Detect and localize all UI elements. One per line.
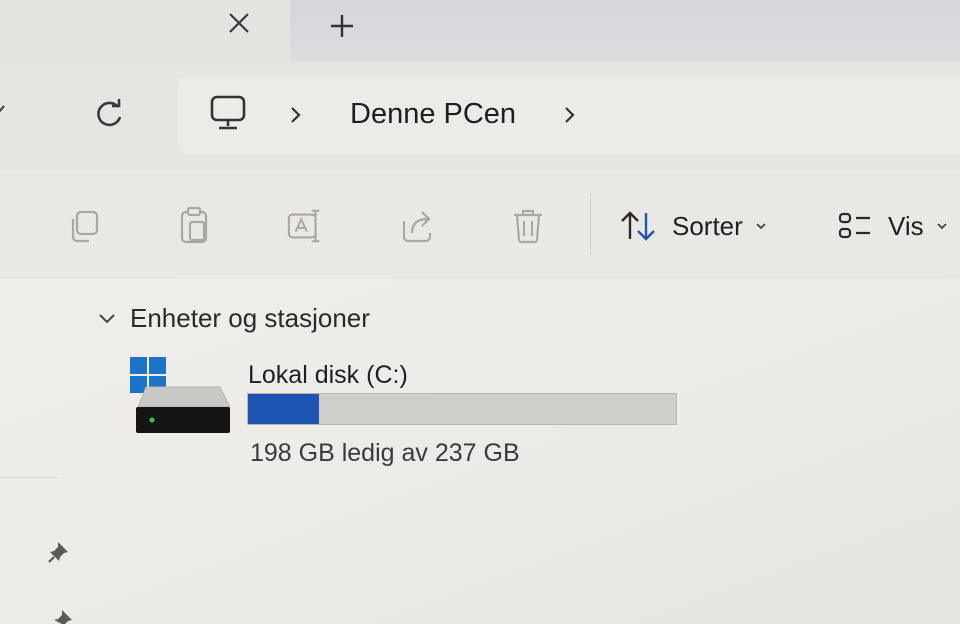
copy-button[interactable] <box>64 206 104 246</box>
drive-free-space: 198 GB ledig av 237 GB <box>250 439 520 467</box>
rename-button[interactable] <box>286 206 326 246</box>
paste-icon <box>180 206 208 244</box>
sort-arrows-icon <box>621 211 655 241</box>
location-icon-wrap <box>208 94 250 134</box>
drive-item-c[interactable]: Lokal disk (C:) 198 GB ledig av 237 GB <box>126 355 686 467</box>
list-view-icon <box>838 212 870 239</box>
group-label: Enheter og stasjoner <box>130 303 370 333</box>
paste-button[interactable] <box>175 206 215 246</box>
view-button[interactable]: Vis <box>836 206 948 246</box>
pin-icon[interactable] <box>50 607 76 624</box>
chevron-right-icon[interactable] <box>562 104 578 126</box>
drive-usage-fill <box>248 394 319 424</box>
rename-icon <box>287 209 320 243</box>
command-bar: Sorter Vis <box>0 170 960 449</box>
refresh-icon <box>97 99 122 127</box>
delete-icon <box>514 209 542 244</box>
content-area: Enheter og stasjoner Lokal disk (C:) 198… <box>0 279 960 624</box>
close-icon <box>229 13 249 33</box>
hard-drive-icon <box>130 357 231 433</box>
copy-icon <box>71 210 99 243</box>
active-tab[interactable] <box>0 0 290 62</box>
share-icon <box>402 211 432 243</box>
refresh-button[interactable] <box>88 94 130 136</box>
chevron-down-icon <box>99 313 115 323</box>
plus-icon <box>331 15 353 37</box>
delete-button[interactable] <box>508 206 548 246</box>
pin-icon[interactable] <box>46 539 72 565</box>
breadcrumb-item-this-pc[interactable]: Denne PCen <box>350 98 516 131</box>
sort-label: Sorter <box>672 210 743 241</box>
drive-name: Lokal disk (C:) <box>248 361 408 389</box>
close-tab-button[interactable] <box>222 6 256 40</box>
group-header-devices[interactable]: Enheter og stasjoner <box>96 303 370 334</box>
chevron-down-icon <box>756 223 766 230</box>
chevron-down-icon <box>937 223 947 230</box>
tab-strip <box>0 0 960 62</box>
chevron-right-icon <box>291 107 301 123</box>
navigation-bar: Denne PCen <box>0 62 960 231</box>
view-label: Vis <box>888 210 924 241</box>
sort-button[interactable]: Sorter <box>618 206 767 246</box>
arrow-left-icon <box>0 105 5 113</box>
navigation-pane <box>0 279 72 624</box>
command-separator <box>590 194 591 254</box>
address-bar[interactable]: Denne PCen <box>178 76 960 154</box>
drive-usage-bar <box>247 393 677 425</box>
share-button[interactable] <box>398 206 438 246</box>
monitor-icon <box>210 95 246 130</box>
new-tab-button[interactable] <box>324 8 360 44</box>
divider <box>0 477 58 478</box>
back-button[interactable] <box>0 102 8 124</box>
